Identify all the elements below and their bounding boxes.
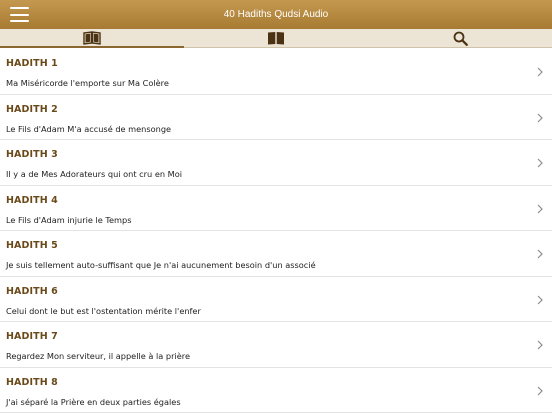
list-item[interactable]: HADITH 5 Je suis tellement auto-suffisan… bbox=[0, 231, 552, 277]
chevron-right-icon bbox=[537, 204, 543, 213]
list-item[interactable]: HADITH 4 Le Fils d'Adam injurie le Temps bbox=[0, 185, 552, 231]
nav-bar: 40 Hadiths Qudsi Audio bbox=[0, 0, 552, 29]
hadith-subtitle: Celui dont le but est l'ostentation méri… bbox=[6, 305, 201, 316]
hadith-title: HADITH 7 bbox=[6, 331, 58, 342]
list-item[interactable]: HADITH 7 Regardez Mon serviteur, il appe… bbox=[0, 322, 552, 368]
chevron-right-icon bbox=[537, 249, 543, 259]
hadith-list: HADITH 1 Ma Miséricorde l'emporte sur Ma… bbox=[0, 49, 552, 413]
list-item[interactable]: HADITH 1 Ma Miséricorde l'emporte sur Ma… bbox=[0, 49, 552, 95]
hadith-title: HADITH 1 bbox=[6, 58, 58, 69]
hadith-subtitle: Le Fils d'Adam M'a accusé de mensonge bbox=[6, 123, 172, 134]
tab-bar bbox=[0, 29, 552, 48]
open-book-icon bbox=[83, 31, 101, 45]
hadith-title: HADITH 2 bbox=[6, 103, 58, 115]
tab-favorites[interactable] bbox=[184, 29, 368, 47]
chevron-right-icon bbox=[537, 340, 543, 350]
hadith-subtitle: Ma Miséricorde l'emporte sur Ma Colère bbox=[6, 78, 169, 88]
list-item[interactable]: HADITH 2 Le Fils d'Adam M'a accusé de me… bbox=[0, 94, 552, 140]
menu-icon[interactable] bbox=[10, 7, 29, 22]
hadith-title: HADITH 4 bbox=[6, 194, 58, 206]
book-icon bbox=[268, 32, 284, 45]
chevron-right-icon bbox=[537, 67, 543, 77]
tab-search[interactable] bbox=[368, 29, 552, 47]
chevron-right-icon bbox=[537, 158, 543, 168]
search-icon bbox=[453, 31, 468, 46]
hadith-subtitle: Le Fils d'Adam injurie le Temps bbox=[6, 214, 132, 225]
hadith-subtitle: Regardez Mon serviteur, il appelle à la … bbox=[6, 351, 190, 361]
tab-hadith-list[interactable] bbox=[0, 29, 184, 48]
hadith-title: HADITH 5 bbox=[6, 240, 58, 251]
hadith-title: HADITH 6 bbox=[6, 285, 58, 297]
chevron-right-icon bbox=[537, 386, 543, 395]
hadith-subtitle: Il y a de Mes Adorateurs qui ont cru en … bbox=[6, 169, 182, 179]
hadith-subtitle: Je suis tellement auto-suffisant que Je … bbox=[6, 260, 316, 270]
hadith-title: HADITH 3 bbox=[6, 149, 58, 160]
hadith-subtitle: J'ai séparé la Prière en deux parties ég… bbox=[6, 396, 181, 407]
list-item[interactable]: HADITH 6 Celui dont le but est l'ostenta… bbox=[0, 276, 552, 322]
chevron-right-icon bbox=[537, 113, 543, 122]
list-item[interactable]: HADITH 8 J'ai séparé la Prière en deux p… bbox=[0, 367, 552, 413]
app-title: 40 Hadiths Qudsi Audio bbox=[223, 9, 329, 20]
list-item[interactable]: HADITH 3 Il y a de Mes Adorateurs qui on… bbox=[0, 140, 552, 186]
hadith-title: HADITH 8 bbox=[6, 376, 58, 388]
chevron-right-icon bbox=[537, 295, 543, 304]
